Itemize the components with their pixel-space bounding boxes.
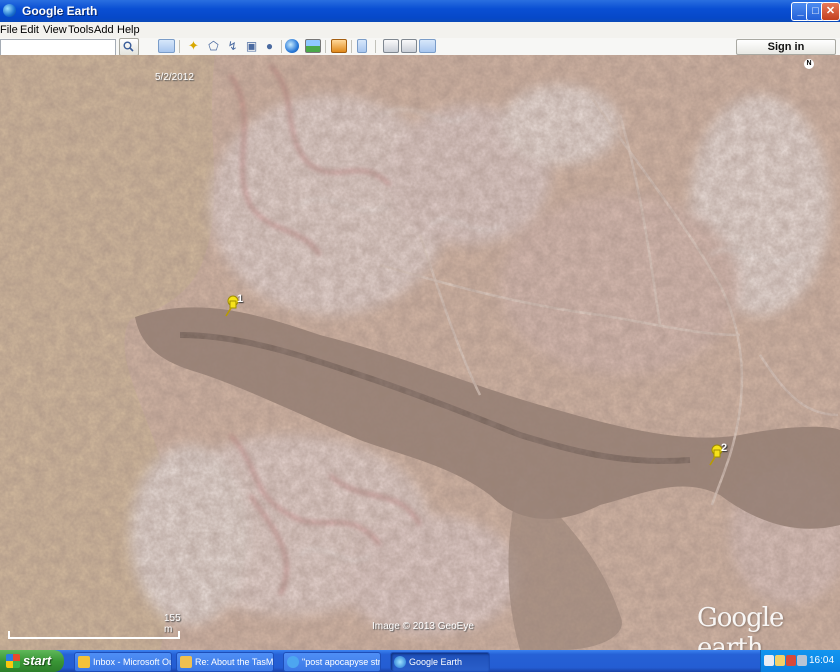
window-title: Google Earth <box>22 4 98 18</box>
menu-help[interactable]: Help <box>117 24 140 36</box>
task-label: Inbox - Microsoft Out... <box>93 657 171 667</box>
task-label: Google Earth <box>409 657 463 667</box>
toolbar-separator <box>351 40 352 53</box>
menu-bar: File Edit View Tools Add Help <box>0 22 840 39</box>
close-button[interactable]: ✕ <box>821 2 840 21</box>
task-label: Re: About the TasMa... <box>195 657 274 667</box>
folder-icon[interactable] <box>775 655 785 666</box>
network-icon[interactable] <box>764 655 774 666</box>
toolbar-separator <box>325 40 326 53</box>
windows-logo-icon <box>6 654 20 668</box>
task-label: "post apocapyse stra... <box>302 657 381 667</box>
sunlight-icon[interactable] <box>305 39 321 53</box>
menu-edit[interactable]: Edit <box>20 24 39 36</box>
browser-icon <box>287 656 299 668</box>
toolbar-separator <box>281 40 282 53</box>
outlook-icon <box>78 656 90 668</box>
imagery-credit: Image © 2013 GeoEye <box>372 621 474 632</box>
add-placemark-icon[interactable]: ✦ <box>185 39 202 53</box>
scale-bar <box>8 631 180 639</box>
scale-legend: 155 m <box>8 613 181 639</box>
task-outlook[interactable]: Inbox - Microsoft Out... <box>74 652 172 672</box>
placemark-label: 2 <box>721 442 728 454</box>
start-button[interactable]: start <box>0 650 64 672</box>
historical-imagery-icon[interactable] <box>285 39 299 53</box>
search-button[interactable] <box>119 38 139 56</box>
sign-in-button[interactable]: Sign in <box>736 39 836 55</box>
save-image-icon[interactable] <box>419 39 436 53</box>
email-icon <box>180 656 192 668</box>
antivirus-icon[interactable] <box>786 655 796 666</box>
email-icon[interactable] <box>383 39 399 53</box>
add-image-overlay-icon[interactable]: ▣ <box>243 39 260 53</box>
menu-file[interactable]: File <box>0 24 18 36</box>
title-bar: Google Earth _ □ ✕ <box>0 0 840 22</box>
google-earth-icon <box>3 4 16 17</box>
google-earth-icon <box>394 656 406 668</box>
task-browser[interactable]: "post apocapyse stra... <box>283 652 381 672</box>
placemark-label: 1 <box>237 293 244 305</box>
google-earth-logo: Google earth <box>697 603 784 650</box>
task-email[interactable]: Re: About the TasMa... <box>176 652 274 672</box>
system-tray: 16:04 <box>760 650 840 672</box>
taskbar: start Inbox - Microsoft Out... Re: About… <box>0 650 840 672</box>
toolbar-separator <box>179 40 180 53</box>
imagery-date-label: 5/2/2012 <box>155 72 194 83</box>
search-icon <box>123 41 134 52</box>
menu-add[interactable]: Add <box>94 24 114 36</box>
toolbar: ✦ ⬠ ↯ ▣ ● Sign in <box>0 38 840 56</box>
planets-icon[interactable] <box>331 39 347 53</box>
ruler-icon[interactable] <box>357 39 367 53</box>
print-icon[interactable] <box>401 39 417 53</box>
menu-view[interactable]: View <box>43 24 67 36</box>
add-path-icon[interactable]: ↯ <box>224 39 241 53</box>
placemark-1[interactable]: 1 <box>224 293 246 319</box>
clock: 16:04 <box>809 655 835 666</box>
add-polygon-icon[interactable]: ⬠ <box>205 39 222 53</box>
map-view[interactable]: 5/2/2012 N 1 2 155 m Image © 2013 GeoEye… <box>0 55 840 650</box>
north-indicator[interactable]: N <box>804 59 814 69</box>
search-input[interactable] <box>0 39 116 56</box>
toolbar-separator <box>375 40 376 53</box>
hide-sidebar-icon[interactable] <box>158 39 175 53</box>
speaker-icon[interactable] <box>797 655 807 666</box>
placemark-2[interactable]: 2 <box>708 442 730 468</box>
task-google-earth[interactable]: Google Earth <box>390 652 490 672</box>
menu-tools[interactable]: Tools <box>68 24 94 36</box>
start-label: start <box>23 653 52 668</box>
record-tour-icon[interactable]: ● <box>261 39 278 53</box>
satellite-imagery <box>0 55 840 650</box>
